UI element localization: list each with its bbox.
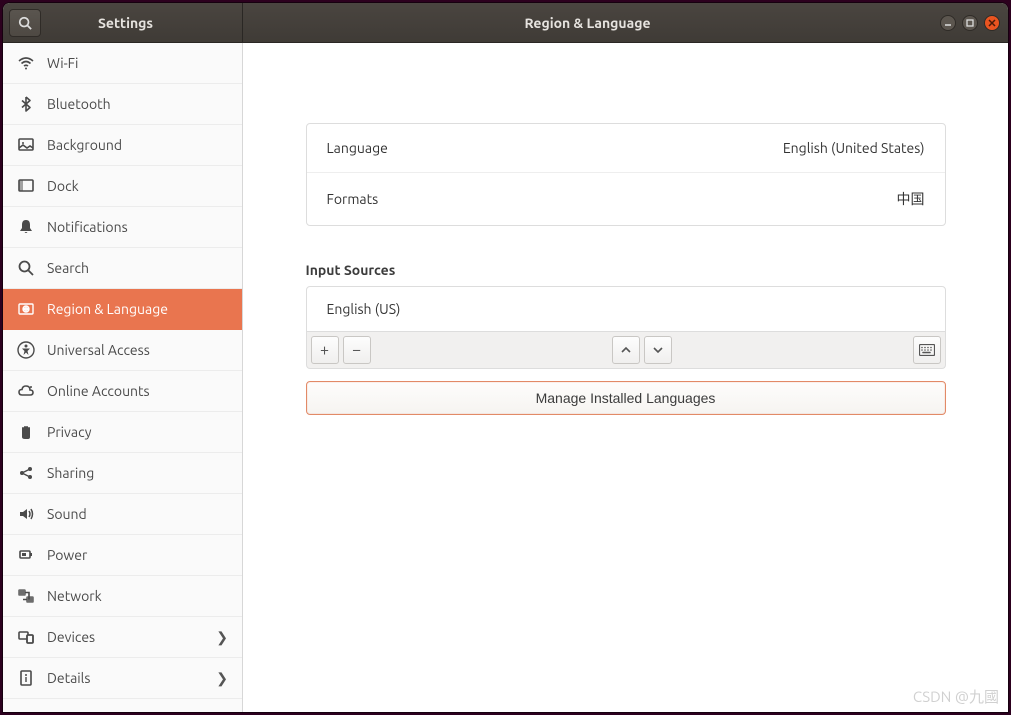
sidebar-item-devices[interactable]: Devices ❯ [3,617,242,658]
settings-window: Settings Region & Language Wi-Fi Bluetoot… [3,3,1008,712]
search-button[interactable] [9,9,41,37]
maximize-button[interactable] [962,15,978,31]
sidebar-item-label: Notifications [47,219,228,235]
sidebar-item-search[interactable]: Search [3,248,242,289]
body: Wi-Fi Bluetooth Background Dock Notification… [3,43,1008,712]
close-button[interactable] [984,15,1000,31]
keyboard-icon [919,344,935,356]
input-sources-toolbar: + − [306,332,946,369]
keyboard-layout-button[interactable] [913,336,941,364]
bell-icon [17,218,35,236]
minimize-icon [944,19,952,27]
power-icon [17,546,35,564]
maximize-icon [966,19,974,27]
formats-value: 中国 [897,189,925,209]
remove-input-source-button[interactable]: − [343,336,371,364]
sidebar-item-sharing[interactable]: Sharing [3,453,242,494]
sidebar-item-label: Power [47,547,228,563]
window-controls [932,3,1008,42]
search-icon [18,16,32,30]
language-label: Language [327,140,783,156]
sidebar-item-online-accounts[interactable]: Online Accounts [3,371,242,412]
titlebar-left: Settings [3,3,243,42]
sidebar-item-label: Sharing [47,465,228,481]
titlebar: Settings Region & Language [3,3,1008,43]
language-formats-box: Language English (United States) Formats… [306,123,946,226]
sidebar-item-label: Network [47,588,228,604]
sidebar-item-dock[interactable]: Dock [3,166,242,207]
sidebar-item-power[interactable]: Power [3,535,242,576]
details-icon [17,669,35,687]
move-down-button[interactable] [644,336,672,364]
language-value: English (United States) [783,140,925,156]
sidebar-item-label: Devices [47,629,204,645]
sidebar-item-notifications[interactable]: Notifications [3,207,242,248]
sidebar-item-label: Sound [47,506,228,522]
sidebar-item-universal-access[interactable]: Universal Access [3,330,242,371]
sidebar-item-label: Details [47,670,204,686]
globe-icon [17,300,35,318]
cloud-icon [17,382,35,400]
content-area: Language English (United States) Formats… [243,43,1008,712]
move-up-button[interactable] [612,336,640,364]
app-title: Settings [41,15,242,31]
search-icon [17,259,35,277]
minimize-button[interactable] [940,15,956,31]
sidebar-item-label: Dock [47,178,228,194]
background-icon [17,136,35,154]
sidebar-item-network[interactable]: Network [3,576,242,617]
page-title: Region & Language [243,3,932,42]
sidebar-item-label: Search [47,260,228,276]
add-input-source-button[interactable]: + [311,336,339,364]
sidebar-item-privacy[interactable]: Privacy [3,412,242,453]
sidebar-item-region-language[interactable]: Region & Language [3,289,242,330]
sidebar: Wi-Fi Bluetooth Background Dock Notification… [3,43,243,712]
manage-installed-languages-button[interactable]: Manage Installed Languages [306,381,946,415]
formats-row[interactable]: Formats 中国 [307,172,945,225]
sidebar-item-label: Wi-Fi [47,55,228,71]
sidebar-item-label: Online Accounts [47,383,228,399]
sidebar-item-label: Bluetooth [47,96,228,112]
hand-icon [17,423,35,441]
sidebar-item-label: Universal Access [47,342,228,358]
minus-icon: − [352,342,361,358]
speaker-icon [17,505,35,523]
devices-icon [17,628,35,646]
sidebar-item-wi-fi[interactable]: Wi-Fi [3,43,242,84]
network-icon [17,587,35,605]
bluetooth-icon [17,95,35,113]
chevron-up-icon [621,345,631,355]
sidebar-item-bluetooth[interactable]: Bluetooth [3,84,242,125]
chevron-right-icon: ❯ [216,670,228,687]
plus-icon: + [320,342,329,358]
input-sources-heading: Input Sources [306,262,946,278]
accessibility-icon [17,341,35,359]
share-icon [17,464,35,482]
formats-label: Formats [327,191,897,207]
chevron-down-icon [653,345,663,355]
sidebar-item-details[interactable]: Details ❯ [3,658,242,699]
language-row[interactable]: Language English (United States) [307,124,945,172]
close-icon [988,19,996,27]
sidebar-item-background[interactable]: Background [3,125,242,166]
sidebar-item-label: Background [47,137,228,153]
dock-icon [17,177,35,195]
input-sources-list: English (US) [306,286,946,332]
sidebar-item-sound[interactable]: Sound [3,494,242,535]
wifi-icon [17,54,35,72]
sidebar-item-label: Privacy [47,424,228,440]
chevron-right-icon: ❯ [216,629,228,646]
input-source-row[interactable]: English (US) [307,287,945,331]
sidebar-item-label: Region & Language [47,301,228,317]
